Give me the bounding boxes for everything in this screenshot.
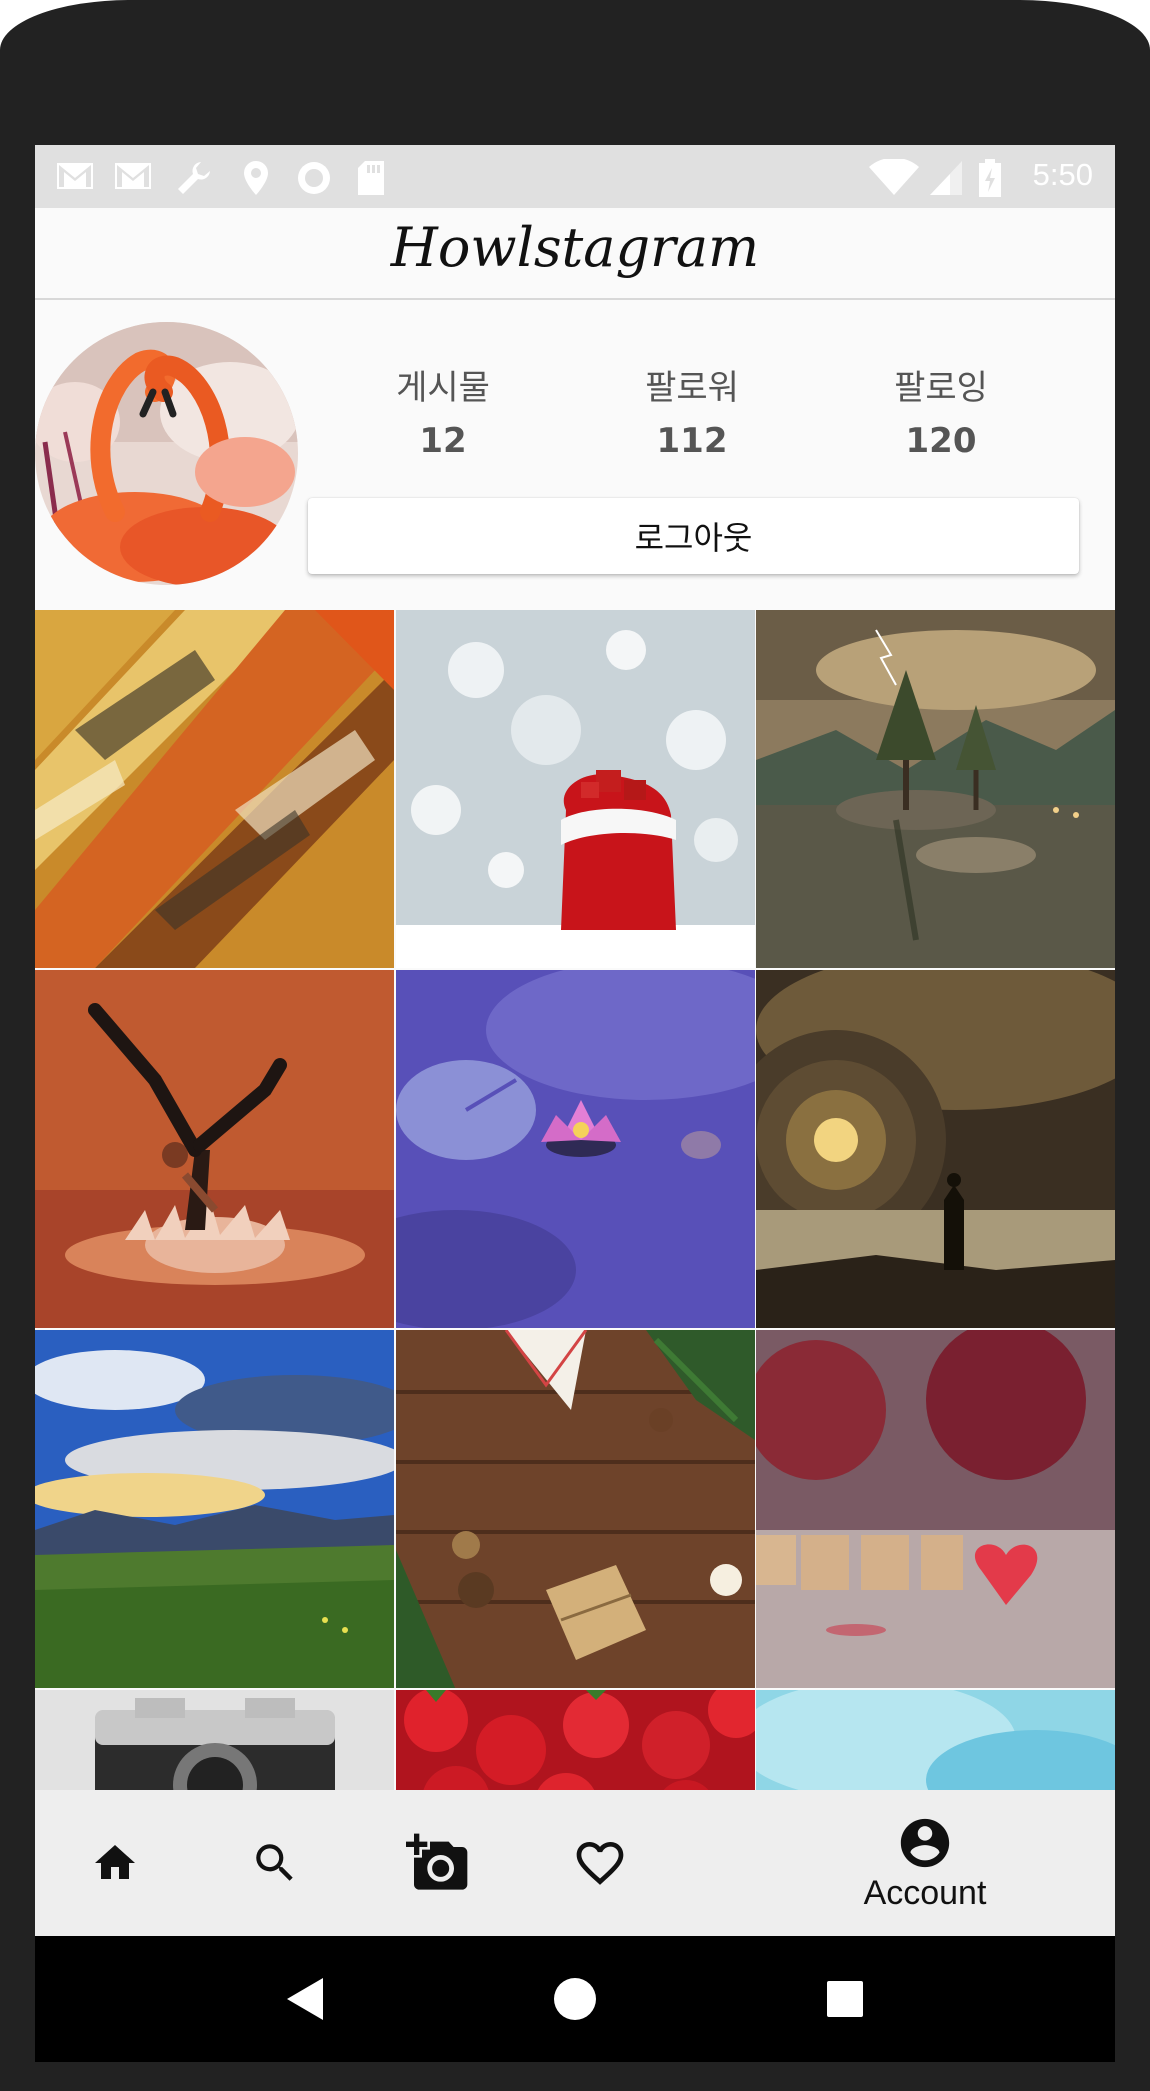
app-title: Howlstagram xyxy=(390,216,760,279)
photo-grid xyxy=(35,610,1115,1790)
heart-icon xyxy=(576,1842,624,1885)
grid-photo-lake-tree-lightning[interactable] xyxy=(756,610,1115,968)
app-toolbar: Howlstagram xyxy=(35,208,1115,300)
circle-icon xyxy=(298,162,330,194)
sd-card-icon xyxy=(358,161,384,195)
add-photo-icon xyxy=(406,1833,468,1890)
back-icon xyxy=(287,1978,323,2020)
grid-photo-abstract-paint[interactable] xyxy=(35,610,394,968)
app-screen: 5:50 Howlstagram 게시물 12 팔로워 112 팔로잉 120 … xyxy=(35,145,1115,2062)
nav-search[interactable] xyxy=(235,1790,315,1936)
recents-icon xyxy=(827,1981,863,2017)
gmail-icon xyxy=(57,163,93,189)
status-time: 5:50 xyxy=(1032,157,1093,192)
wifi-icon xyxy=(869,159,919,195)
grid-photo-christmas-gift-bag[interactable] xyxy=(396,610,755,968)
home-icon xyxy=(95,1845,135,1879)
wrench-icon xyxy=(178,162,210,194)
bottom-navigation: Account xyxy=(35,1790,1115,1936)
status-bar: 5:50 xyxy=(35,145,1115,208)
grid-photo-christmas-wood-table[interactable] xyxy=(396,1330,755,1688)
nav-home[interactable] xyxy=(75,1790,155,1936)
stat-following-label: 팔로잉 xyxy=(894,368,988,408)
grid-photo-love-tiles[interactable] xyxy=(756,1330,1115,1688)
stat-followers[interactable]: 팔로워 112 xyxy=(592,360,792,461)
grid-photo-sky-meadow[interactable] xyxy=(35,1330,394,1688)
grid-photo-blue-watercolor[interactable] xyxy=(756,1690,1115,1790)
profile-avatar[interactable] xyxy=(35,322,298,585)
account-icon xyxy=(900,1818,950,1867)
home-circle-icon xyxy=(554,1978,596,2020)
nav-add-photo[interactable] xyxy=(393,1790,483,1936)
grid-photo-yoga-splash[interactable] xyxy=(35,970,394,1328)
logout-button[interactable]: 로그아웃 xyxy=(308,498,1079,574)
nav-account[interactable]: Account xyxy=(795,1790,1055,1936)
grid-photo-tunnel-silhouette[interactable] xyxy=(756,970,1115,1328)
location-icon xyxy=(244,161,268,195)
device-frame: 5:50 Howlstagram 게시물 12 팔로워 112 팔로잉 120 … xyxy=(0,0,1150,2091)
grid-photo-vintage-camera[interactable] xyxy=(35,1690,394,1790)
system-back-button[interactable] xyxy=(245,1936,365,2062)
stat-posts-count: 12 xyxy=(419,421,467,461)
grid-photo-water-lily[interactable] xyxy=(396,970,755,1328)
stat-posts-label: 게시물 xyxy=(396,368,490,408)
stat-followers-label: 팔로워 xyxy=(645,368,739,408)
gmail-icon xyxy=(115,163,151,189)
system-home-button[interactable] xyxy=(515,1936,635,2062)
battery-charging-icon xyxy=(979,159,1001,197)
profile-header: 게시물 12 팔로워 112 팔로잉 120 로그아웃 xyxy=(35,302,1115,610)
grid-photo-strawberries[interactable] xyxy=(396,1690,755,1790)
nav-favorites[interactable] xyxy=(555,1790,645,1936)
system-recents-button[interactable] xyxy=(785,1936,905,2062)
stat-followers-count: 112 xyxy=(656,421,728,461)
stat-posts: 게시물 12 xyxy=(343,360,543,461)
signal-icon xyxy=(930,161,962,195)
stat-following-count: 120 xyxy=(905,421,977,461)
search-icon xyxy=(256,1844,293,1881)
system-navigation-bar xyxy=(35,1936,1115,2062)
nav-account-label: Account xyxy=(863,1873,987,1912)
avatar-flamingo-image xyxy=(35,322,298,585)
stat-following[interactable]: 팔로잉 120 xyxy=(841,360,1041,461)
